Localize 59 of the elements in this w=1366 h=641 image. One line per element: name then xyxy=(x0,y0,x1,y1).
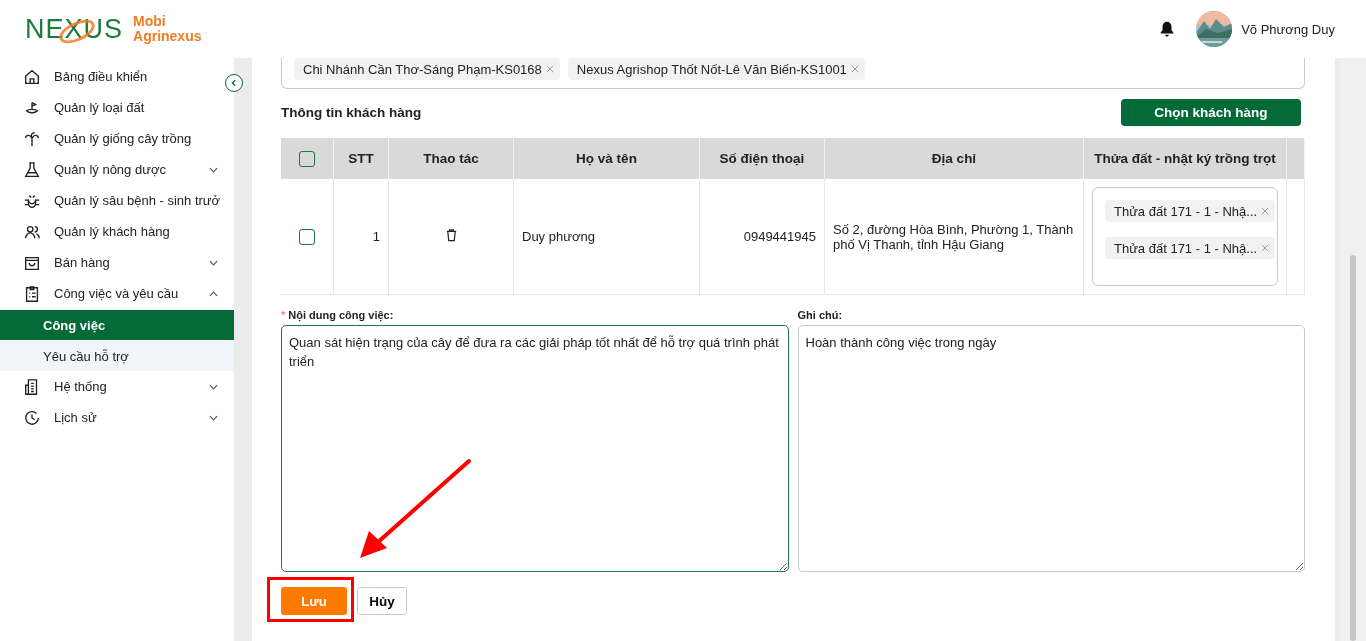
chevron-icon xyxy=(209,290,218,297)
palm-tree-icon xyxy=(23,129,41,148)
clipboard-icon xyxy=(23,284,41,303)
table-header-cell: STT xyxy=(333,138,389,179)
required-mark: * xyxy=(281,309,286,323)
sidebar-item[interactable]: Quản lý giống cây trồng xyxy=(0,123,222,154)
work-content-field[interactable]: Quan sát hiện trạng của cây để đưa ra các giải pháp tốt nhất để hỗ trợ quá trình phát triển xyxy=(281,325,789,572)
checkbox[interactable] xyxy=(299,228,315,245)
cancel-button[interactable]: Hủy xyxy=(357,587,407,615)
table-header-cell: Thao tác xyxy=(388,138,514,179)
field-label: Nội dung công việc: xyxy=(288,309,394,324)
sidebar-item[interactable]: Hệ thống xyxy=(0,371,222,402)
close-icon[interactable] xyxy=(545,65,554,73)
sidebar-item[interactable]: Quản lý nông dược xyxy=(0,154,222,185)
table-header-cell: Số điện thoại xyxy=(699,138,825,179)
table-header-cell: Họ và tên xyxy=(513,138,700,179)
plot-tag: Thửa đất 171 - 1 - Nhậ... xyxy=(1105,200,1276,222)
table-cell: Duy phương xyxy=(513,179,700,295)
table-cell: Số 2, đường Hòa Bình, Phường 1, Thành phố Vị Thanh, tỉnh Hậu Giang xyxy=(824,179,1084,295)
collapse-sidebar-button[interactable] xyxy=(225,74,243,92)
note-field[interactable]: Hoàn thành công việc trong ngày xyxy=(797,325,1305,572)
store-tag: Chi Nhánh Cần Thơ-Sáng Phạm-KS0168 xyxy=(294,58,560,80)
clock-icon xyxy=(23,408,41,427)
field-label: Ghi chú: xyxy=(797,309,843,323)
sidebar-subitem[interactable]: Công việc xyxy=(0,310,234,340)
sidebar-subitem[interactable]: Yêu cầu hỗ trợ xyxy=(0,341,234,371)
brand-name: Agrinexus xyxy=(133,29,202,44)
store-tag: Nexus Agrishop Thốt Nốt-Lê Văn Biến-KS1001 xyxy=(567,58,865,80)
home-icon xyxy=(23,67,41,86)
trash-icon[interactable] xyxy=(444,228,458,242)
sidebar-item[interactable]: Bán hàng xyxy=(0,247,222,278)
store-select-field[interactable]: Chi Nhánh Cần Thơ-Sáng Phạm-KS0168 Nexus Agrishop Thốt Nốt-Lê Văn Biến-KS1001 xyxy=(281,58,1305,89)
sidebar-item[interactable]: Quản lý sâu bệnh - sinh trưở xyxy=(0,185,222,216)
close-icon[interactable] xyxy=(1261,207,1270,215)
close-icon[interactable] xyxy=(1261,244,1270,252)
plot-tag: Thửa đất 171 - 1 - Nhậ... xyxy=(1105,237,1276,259)
plot-select-field[interactable]: Thửa đất 171 - 1 - Nhậ... Thửa đất 171 - 1 - Nhậ... xyxy=(1092,187,1278,286)
checkbox[interactable] xyxy=(299,150,315,167)
sidebar-item[interactable]: Quản lý loại đất xyxy=(0,92,222,123)
table-header-cell: Địa chỉ xyxy=(824,138,1084,179)
table-cell: 1 xyxy=(333,179,389,295)
sidebar-item[interactable]: Bảng điều khiển xyxy=(0,61,222,92)
sidebar-item[interactable]: Công việc và yêu cầu xyxy=(0,278,222,309)
chevron-left-icon xyxy=(230,79,238,87)
choose-customer-button[interactable]: Chọn khách hàng xyxy=(1121,98,1301,126)
chevron-icon xyxy=(209,383,218,390)
section-title: Thông tin khách hàng xyxy=(281,104,422,120)
chevron-icon xyxy=(209,166,218,173)
table-header-cell: Thửa đất - nhật ký trồng trọt xyxy=(1083,138,1287,179)
sidebar-item[interactable]: Lịch sử xyxy=(0,402,222,433)
table-cell: 0949441945 xyxy=(699,179,825,295)
chevron-icon xyxy=(209,259,218,266)
user-name[interactable]: Võ Phương Duy xyxy=(1241,21,1335,37)
close-icon[interactable] xyxy=(850,65,859,73)
scrollbar-thumb[interactable] xyxy=(1350,255,1356,641)
sidebar-item[interactable]: Quản lý khách hàng xyxy=(0,216,222,247)
brand-name: Mobi xyxy=(133,14,167,29)
flask-icon xyxy=(23,160,41,179)
chevron-icon xyxy=(209,414,218,421)
